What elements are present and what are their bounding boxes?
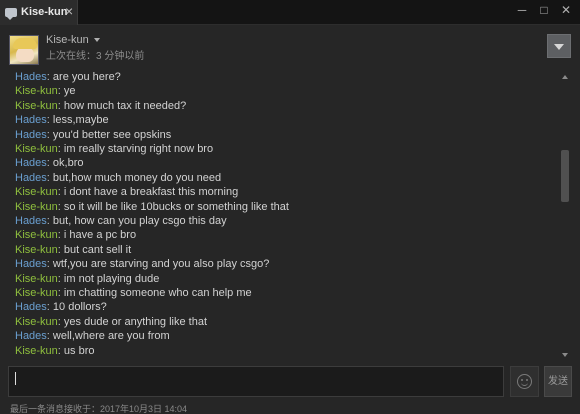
chat-options-button[interactable] [547,34,571,58]
chat-message: Hades: wtf,you are starving and you also… [15,257,269,271]
message-text: us bro [63,344,95,357]
message-text: im chatting someone who can help me [63,287,252,299]
chat-message: Kise-kun: ye [15,84,76,98]
friend-name[interactable]: Kise-kun [46,34,100,46]
maximize-icon[interactable]: □ [536,2,552,18]
window-controls: ─ □ ✕ [514,2,574,18]
chat-message: Kise-kun: us bro [15,344,95,358]
chat-scrollbar[interactable] [560,72,570,360]
message-sender[interactable]: Kise-kun [15,244,58,256]
chat-message: Hades: 10 dollors? [15,300,107,314]
message-text: im really starving right now bro [63,143,214,155]
message-sender[interactable]: Kise-kun [15,186,58,198]
message-sender[interactable]: Kise-kun [15,345,58,357]
last-message-timestamp: 最后一条消息接收于：2017年10月3日 14:04 [10,404,188,414]
message-sender[interactable]: Kise-kun [15,287,58,299]
chat-message: Kise-kun: im chatting someone who can he… [15,286,252,300]
message-sender[interactable]: Kise-kun [15,143,58,155]
close-window-icon[interactable]: ✕ [558,2,574,18]
message-sender[interactable]: Kise-kun [15,201,58,213]
message-sender[interactable]: Hades [15,330,47,342]
message-text: so it will be like 10bucks or something … [63,200,289,213]
chat-message: Kise-kun: im really starving right now b… [15,142,213,156]
scroll-up-icon[interactable] [560,72,570,82]
message-sender[interactable]: Hades [15,157,47,169]
chat-message: Hades: are you here? [15,70,121,84]
chevron-down-icon[interactable] [93,38,100,43]
tab-close-icon[interactable]: × [65,4,73,18]
chat-message: Hades: you'd better see opskins [15,128,171,142]
message-sender[interactable]: Kise-kun [15,273,58,285]
smiley-icon [517,374,532,389]
tab-label: Kise-kun [21,6,68,18]
friend-status: 上次在线：3 分钟以前 [46,51,145,62]
send-button[interactable]: 发送 [544,366,572,397]
message-sender[interactable]: Kise-kun [15,100,58,112]
emoticon-button[interactable] [510,366,539,397]
message-sender[interactable]: Hades [15,129,47,141]
minimize-icon[interactable]: ─ [514,2,530,18]
message-text: well,where are you from [52,330,170,343]
message-sender[interactable]: Hades [15,71,47,83]
message-input[interactable] [8,366,504,397]
message-text: how much tax it needed? [63,99,187,112]
message-text: but cant sell it [63,243,132,256]
scroll-down-icon[interactable] [560,350,570,360]
chat-message: Hades: less,maybe [15,113,109,127]
message-text: wtf,you are starving and you also play c… [52,258,270,271]
friend-avatar[interactable] [9,35,39,65]
message-text: 10 dollors? [52,301,107,314]
chat-message: Kise-kun: i have a pc bro [15,228,136,242]
message-sender[interactable]: Hades [15,114,47,126]
chat-message: Kise-kun: how much tax it needed? [15,99,186,113]
window-titlebar: Kise-kun × ─ □ ✕ [0,0,580,25]
message-text: yes dude or anything like that [63,315,208,328]
chat-message: Kise-kun: im not playing dude [15,272,159,286]
message-text: but, how can you play csgo this day [52,215,227,227]
message-text: ye [63,85,76,98]
chat-message: Hades: but, how can you play csgo this d… [15,214,227,228]
chat-message: Kise-kun: so it will be like 10bucks or … [15,200,289,214]
message-text: are you here? [52,71,121,83]
chat-message: Kise-kun: but cant sell it [15,243,131,257]
message-text: ok,bro [52,157,84,170]
message-sender[interactable]: Hades [15,301,47,313]
message-sender[interactable]: Hades [15,215,47,227]
message-sender[interactable]: Hades [15,258,47,270]
message-sender[interactable]: Hades [15,172,47,184]
chat-message: Kise-kun: yes dude or anything like that [15,315,207,329]
message-text: less,maybe [52,114,109,127]
text-caret [15,372,16,385]
message-text: but,how much money do you need [52,171,222,184]
chat-log: Hades: are you here? Kise-kun: ye Kise-kun… [0,68,572,362]
message-sender[interactable]: Kise-kun [15,85,58,97]
chat-message: Hades: but,how much money do you need [15,171,221,185]
chat-header: Kise-kun 上次在线：3 分钟以前 [0,26,580,66]
message-sender[interactable]: Kise-kun [15,316,58,328]
scrollbar-thumb[interactable] [561,150,569,202]
chat-message: Kise-kun: i dont have a breakfast this m… [15,185,238,199]
message-sender[interactable]: Kise-kun [15,229,58,241]
chat-bubble-icon [5,8,17,20]
message-text: you'd better see opskins [52,128,172,141]
message-text: im not playing dude [63,272,160,285]
chat-message: Hades: ok,bro [15,156,84,170]
message-text: i have a pc bro [63,229,137,242]
friend-name-label: Kise-kun [46,34,89,46]
chat-message: Hades: well,where are you from [15,329,170,343]
chat-tab[interactable]: Kise-kun × [0,0,78,25]
message-text: i dont have a breakfast this morning [63,186,239,199]
